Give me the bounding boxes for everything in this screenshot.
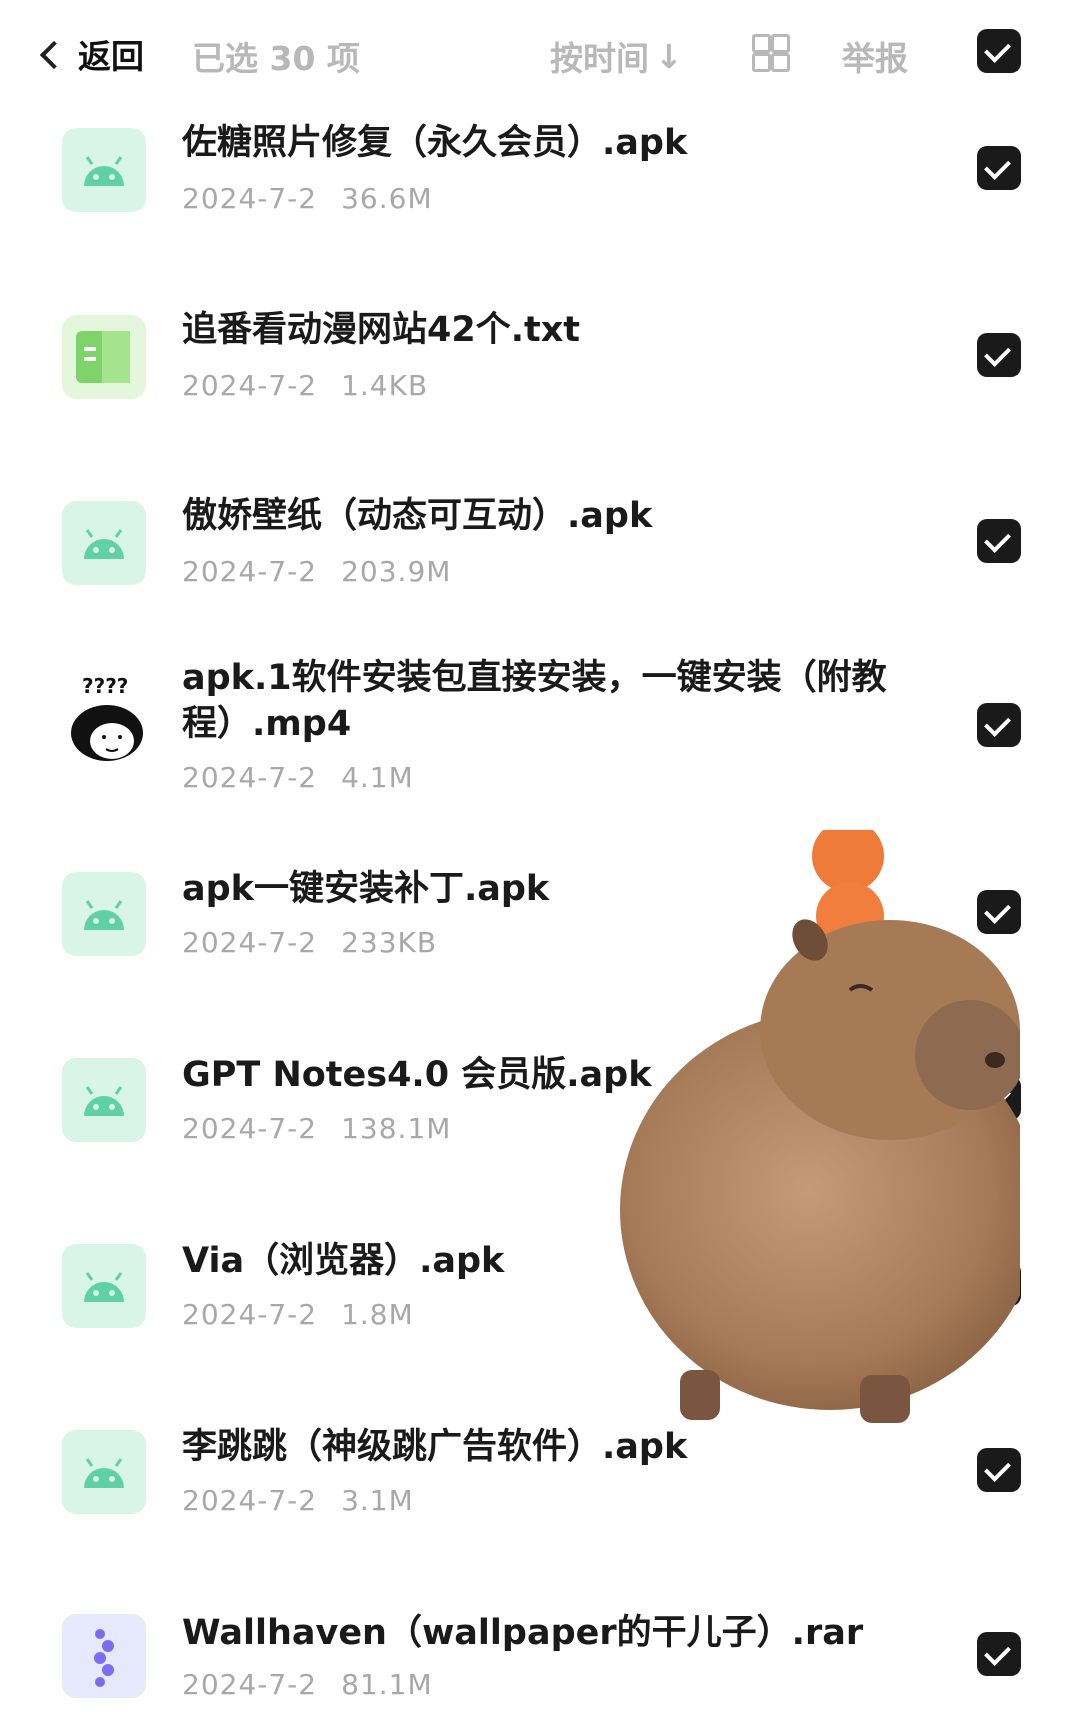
row-checkbox[interactable] [977,1632,1021,1676]
file-name: 追番看动漫网站42个.txt [182,310,581,350]
archive-icon [62,1614,146,1698]
back-label: 返回 [78,37,144,76]
file-row[interactable]: Wallhaven（wallpaper的干儿子）.rar 2024-7-2 81.… [0,1610,1080,1730]
file-meta: 2024-7-2 4.1M [182,761,414,794]
svg-text:????: ???? [82,675,128,698]
row-checkbox[interactable] [977,890,1021,934]
select-all-checkbox[interactable] [977,29,1021,73]
file-name: Wallhaven（wallpaper的干儿子）.rar [182,1613,864,1653]
file-row[interactable]: ???? apk.1软件安装包直接安装，一键安装（附教程）.mp4 2024-7… [0,655,1080,805]
file-row[interactable]: GPT Notes4.0 会员版.apk 2024-7-2 138.1M [0,1052,1080,1232]
file-meta: 2024-7-2 1.4KB [182,369,429,402]
android-icon [62,128,146,212]
row-checkbox[interactable] [977,1262,1021,1306]
sort-label: 按时间 [550,39,649,78]
file-name: GPT Notes4.0 会员版.apk [182,1055,652,1095]
row-checkbox[interactable] [977,519,1021,563]
file-meta: 2024-7-2 138.1M [182,1112,452,1145]
file-name: apk.1软件安装包直接安装，一键安装（附教程）.mp4 [182,658,887,744]
selected-count: 已选 30 项 [192,39,360,78]
grid-view-icon[interactable] [752,34,790,72]
top-toolbar: 返回 已选 30 项 按时间 ↓ 举报 [0,0,1080,105]
arrow-down-icon: ↓ [655,36,683,76]
row-checkbox[interactable] [977,1448,1021,1492]
android-icon [62,1244,146,1328]
file-meta: 2024-7-2 36.6M [182,182,433,215]
row-checkbox[interactable] [977,703,1021,747]
sort-by-time-button[interactable]: 按时间 ↓ [550,32,683,80]
android-icon [62,1430,146,1514]
file-meta: 2024-7-2 81.1M [182,1668,433,1701]
chevron-left-icon [39,40,69,70]
back-button[interactable]: 返回 [39,30,144,78]
android-icon [62,1058,146,1142]
file-name: 佐糖照片修复（永久会员）.apk [182,123,688,163]
file-row[interactable]: 傲娇壁纸（动态可互动）.apk 2024-7-2 203.9M [0,493,1080,673]
file-name: 傲娇壁纸（动态可互动）.apk [182,496,653,536]
video-thumbnail: ???? [62,674,146,761]
file-meta: 2024-7-2 1.8M [182,1298,414,1331]
file-row[interactable]: 李跳跳（神级跳广告软件）.apk 2024-7-2 3.1M [0,1424,1080,1604]
file-row[interactable]: apk一键安装补丁.apk 2024-7-2 233KB [0,866,1080,1046]
report-button[interactable]: 举报 [842,32,908,80]
file-row[interactable]: 佐糖照片修复（永久会员）.apk 2024-7-2 36.6M [0,120,1080,300]
text-file-icon [62,315,146,399]
row-checkbox[interactable] [977,1076,1021,1120]
file-name: apk一键安装补丁.apk [182,869,550,909]
file-row[interactable]: 追番看动漫网站42个.txt 2024-7-2 1.4KB [0,307,1080,487]
file-row[interactable]: Via（浏览器）.apk 2024-7-2 1.8M [0,1238,1080,1418]
file-name: 李跳跳（神级跳广告软件）.apk [182,1427,688,1467]
file-meta: 2024-7-2 203.9M [182,555,452,588]
row-checkbox[interactable] [977,333,1021,377]
android-icon [62,501,146,585]
file-name: Via（浏览器）.apk [182,1241,505,1281]
file-meta: 2024-7-2 233KB [182,926,438,959]
file-meta: 2024-7-2 3.1M [182,1484,414,1517]
row-checkbox[interactable] [977,146,1021,190]
android-icon [62,872,146,956]
